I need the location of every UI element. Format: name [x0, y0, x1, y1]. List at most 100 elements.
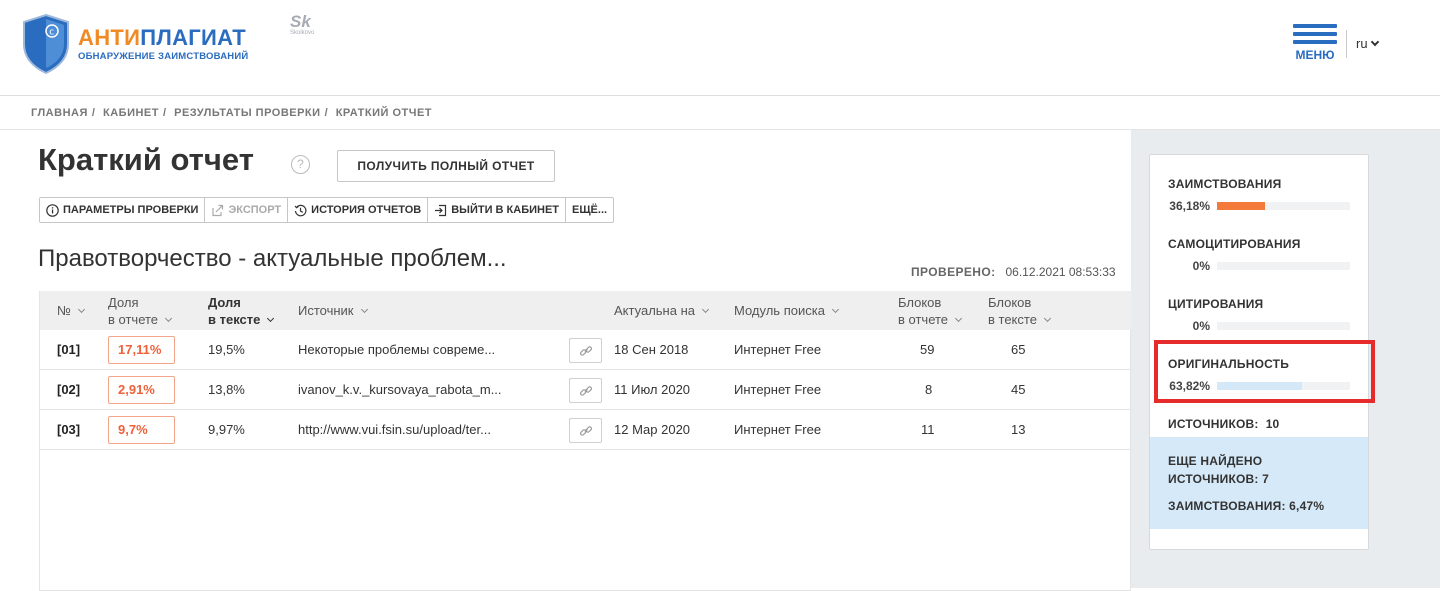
search-module: Интернет Free [734, 342, 822, 357]
col-blocks-report[interactable]: Блоков в отчете [898, 294, 963, 328]
page-title: Краткий отчет [38, 142, 254, 177]
blocks-report: 59 [920, 342, 935, 357]
col-search-module[interactable]: Модуль поиска [734, 302, 839, 319]
exit-to-cabinet-button[interactable]: ВЫЙТИ В КАБИНЕТ [428, 198, 567, 222]
logo-word-plagiat: ПЛАГИАТ [140, 25, 246, 50]
chevron-down-icon [701, 305, 710, 314]
col-share-report[interactable]: Доля в отчете [108, 294, 173, 328]
exit-label: ВЫЙТИ В КАБИНЕТ [451, 204, 560, 216]
chevron-down-icon [1370, 37, 1379, 47]
report-toolbar: ПАРАМЕТРЫ ПРОВЕРКИ ЭКСПОРТ ИСТОРИЯ ОТЧЕТ… [39, 197, 615, 223]
breadcrumb-results[interactable]: РЕЗУЛЬТАТЫ ПРОВЕРКИ [174, 107, 320, 119]
logout-icon [435, 204, 447, 216]
more-button[interactable]: ЕЩЁ... [566, 198, 613, 222]
table-row[interactable]: [03] 9,7% 9,97% http://www.vui.fsin.su/u… [40, 410, 1132, 450]
blocks-report: 8 [925, 382, 933, 397]
brand-logo[interactable]: АНТИПЛАГИАТ ОБНАРУЖЕНИЕ ЗАИМСТВОВАНИЙ [78, 25, 249, 63]
share-report-badge: 9,7% [108, 416, 175, 444]
get-full-report-button[interactable]: ПОЛУЧИТЬ ПОЛНЫЙ ОТЧЕТ [337, 150, 555, 182]
chevron-down-icon [831, 305, 839, 314]
chevron-down-icon [360, 305, 368, 314]
originality-highlight [1154, 340, 1375, 403]
actual-date: 11 Июл 2020 [614, 382, 691, 397]
source-name[interactable]: Некоторые проблемы совреме... [298, 330, 495, 370]
link-icon [579, 346, 593, 356]
sources-label: ИСТОЧНИКОВ: [1168, 417, 1259, 431]
document-title: Правотворчество - актуальные проблем... [38, 245, 507, 272]
citations-label: ЦИТИРОВАНИЯ [1168, 297, 1264, 311]
more-sources-box[interactable]: ЕЩЕ НАЙДЕНО ИСТОЧНИКОВ: 7 ЗАИМСТВОВАНИЯ:… [1150, 437, 1368, 529]
sources-value: 10 [1265, 417, 1280, 431]
source-link-button[interactable] [569, 338, 602, 363]
self-citations-bar [1217, 262, 1350, 270]
chevron-down-icon [164, 314, 173, 323]
header-divider [1346, 30, 1347, 58]
breadcrumb: ГЛАВНАЯ / КАБИНЕТ / РЕЗУЛЬТАТЫ ПРОВЕРКИ / К… [31, 107, 433, 119]
chevron-down-icon [1043, 314, 1051, 323]
info-icon [46, 203, 59, 217]
link-icon [579, 386, 593, 396]
blocks-text: 65 [1011, 342, 1026, 357]
source-name[interactable]: http://www.vui.fsin.su/upload/ter... [298, 410, 491, 450]
borrowings-bar-fill [1217, 202, 1266, 210]
source-link-button[interactable] [569, 418, 602, 443]
sources-count: ИСТОЧНИКОВ: 10 [1168, 417, 1279, 431]
borrowings-label: ЗАИМСТВОВАНИЯ [1168, 177, 1282, 191]
search-module: Интернет Free [734, 382, 822, 397]
self-citations-value: 0% [1192, 259, 1210, 273]
help-icon[interactable]: ? [291, 155, 310, 174]
params-button[interactable]: ПАРАМЕТРЫ ПРОВЕРКИ [40, 198, 206, 222]
history-icon [294, 204, 307, 216]
history-label: ИСТОРИЯ ОТЧЕТОВ [311, 204, 422, 216]
chevron-down-icon [77, 305, 85, 314]
col-source[interactable]: Источник [298, 302, 368, 319]
skolkovo-logo: Sk Skolkovo [290, 13, 326, 36]
blocks-text: 45 [1011, 382, 1026, 397]
checked-date: 06.12.2021 08:53:33 [1005, 265, 1116, 279]
citations-value: 0% [1192, 319, 1210, 333]
share-text: 13,8% [208, 382, 245, 397]
citations-bar [1217, 322, 1350, 330]
table-row[interactable]: [02] 2,91% 13,8% ivanov_k.v._kursovaya_r… [40, 370, 1132, 410]
top-header: c АНТИПЛАГИАТ ОБНАРУЖЕНИЕ ЗАИМСТВОВАНИЙ … [0, 0, 1440, 96]
blocks-text: 13 [1011, 422, 1026, 437]
col-share-text[interactable]: Доля в тексте [208, 294, 275, 328]
link-icon [579, 426, 593, 436]
svg-text:c: c [49, 28, 54, 38]
shield-logo-icon[interactable]: c [22, 14, 70, 74]
more-found-line2: ИСТОЧНИКОВ: 7 [1168, 472, 1270, 486]
col-actual-date[interactable]: Актуальна на [614, 302, 710, 319]
chevron-down-icon [267, 314, 275, 323]
menu-button[interactable]: МЕНЮ [1292, 24, 1338, 62]
more-found-line1: ЕЩЕ НАЙДЕНО [1168, 454, 1263, 468]
share-report-badge: 17,11% [108, 336, 175, 364]
source-link-button[interactable] [569, 378, 602, 403]
export-label: ЭКСПОРТ [228, 204, 282, 216]
col-blocks-text[interactable]: Блоков в тексте [988, 294, 1051, 328]
logo-word-anti: АНТИ [78, 25, 141, 50]
breadcrumb-current: КРАТКИЙ ОТЧЕТ [335, 107, 433, 119]
history-button[interactable]: ИСТОРИЯ ОТЧЕТОВ [288, 198, 429, 222]
borrowings-bar [1217, 202, 1350, 210]
table-row[interactable]: [01] 17,11% 19,5% Некоторые проблемы сов… [40, 330, 1132, 370]
export-button[interactable]: ЭКСПОРТ [205, 198, 289, 222]
checked-label: ПРОВЕРЕНО: [911, 265, 996, 279]
borrowings-value: 36,18% [1169, 199, 1210, 213]
share-text: 9,97% [208, 422, 245, 437]
logo-subtitle: ОБНАРУЖЕНИЕ ЗАИМСТВОВАНИЙ [78, 51, 249, 62]
breadcrumb-home[interactable]: ГЛАВНАЯ [31, 107, 88, 119]
language-value: ru [1356, 36, 1368, 51]
col-num[interactable]: № [57, 302, 85, 319]
skolkovo-name: Skolkovo [290, 30, 315, 36]
source-name[interactable]: ivanov_k.v._kursovaya_rabota_m... [298, 370, 502, 410]
self-citations-label: САМОЦИТИРОВАНИЯ [1168, 237, 1301, 251]
search-module: Интернет Free [734, 422, 822, 437]
actual-date: 12 Мар 2020 [614, 422, 691, 437]
language-selector[interactable]: ru [1356, 36, 1379, 51]
breadcrumb-cabinet[interactable]: КАБИНЕТ [103, 107, 159, 119]
skolkovo-mark: Sk [290, 12, 311, 31]
share-text: 19,5% [208, 342, 245, 357]
more-borrowings: ЗАИМСТВОВАНИЯ: 6,47% [1168, 499, 1325, 513]
checked-info: ПРОВЕРЕНО: 06.12.2021 08:53:33 [911, 265, 1116, 279]
row-number: [01] [57, 342, 81, 357]
